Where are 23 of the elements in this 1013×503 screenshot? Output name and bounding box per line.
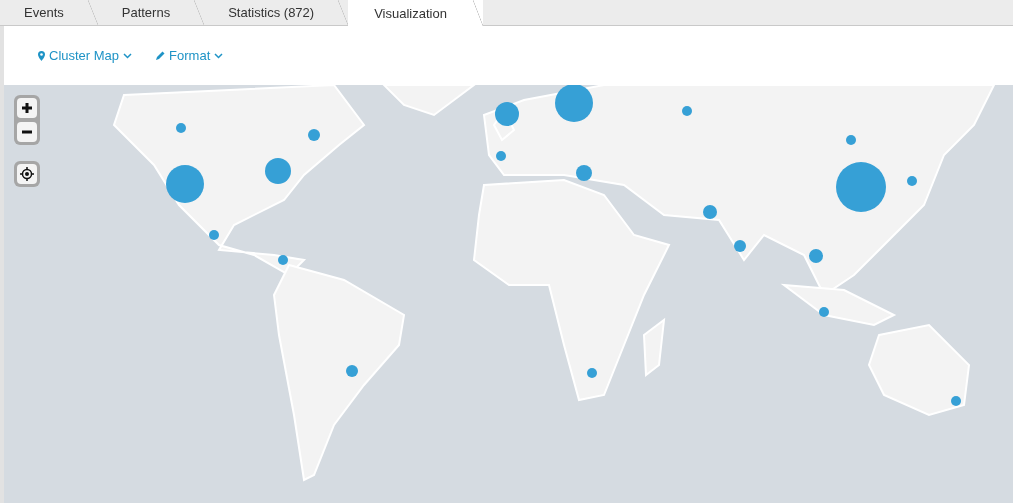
pencil-icon [156,51,166,60]
cluster-marker[interactable] [587,368,597,378]
cluster-marker[interactable] [496,151,506,161]
cluster-marker[interactable] [176,123,186,133]
plus-icon [22,103,32,113]
zoom-out-button[interactable] [17,122,37,142]
visualization-menu[interactable]: Cluster Map [38,48,133,63]
crosshair-icon [20,167,34,181]
cluster-marker[interactable] [682,106,692,116]
cluster-marker[interactable] [278,255,288,265]
cluster-marker[interactable] [819,307,829,317]
cluster-marker[interactable] [209,230,219,240]
pin-icon [38,50,45,61]
locate-button[interactable] [17,164,37,184]
zoom-in-button[interactable] [17,98,37,118]
format-menu[interactable]: Format [156,48,224,63]
chevron-down-icon [214,52,224,59]
chevron-down-icon [123,52,133,59]
minus-icon [22,130,32,134]
tab[interactable]: Visualization [348,0,483,26]
cluster-marker[interactable] [951,396,961,406]
cluster-marker[interactable] [907,176,917,186]
cluster-marker[interactable] [846,135,856,145]
